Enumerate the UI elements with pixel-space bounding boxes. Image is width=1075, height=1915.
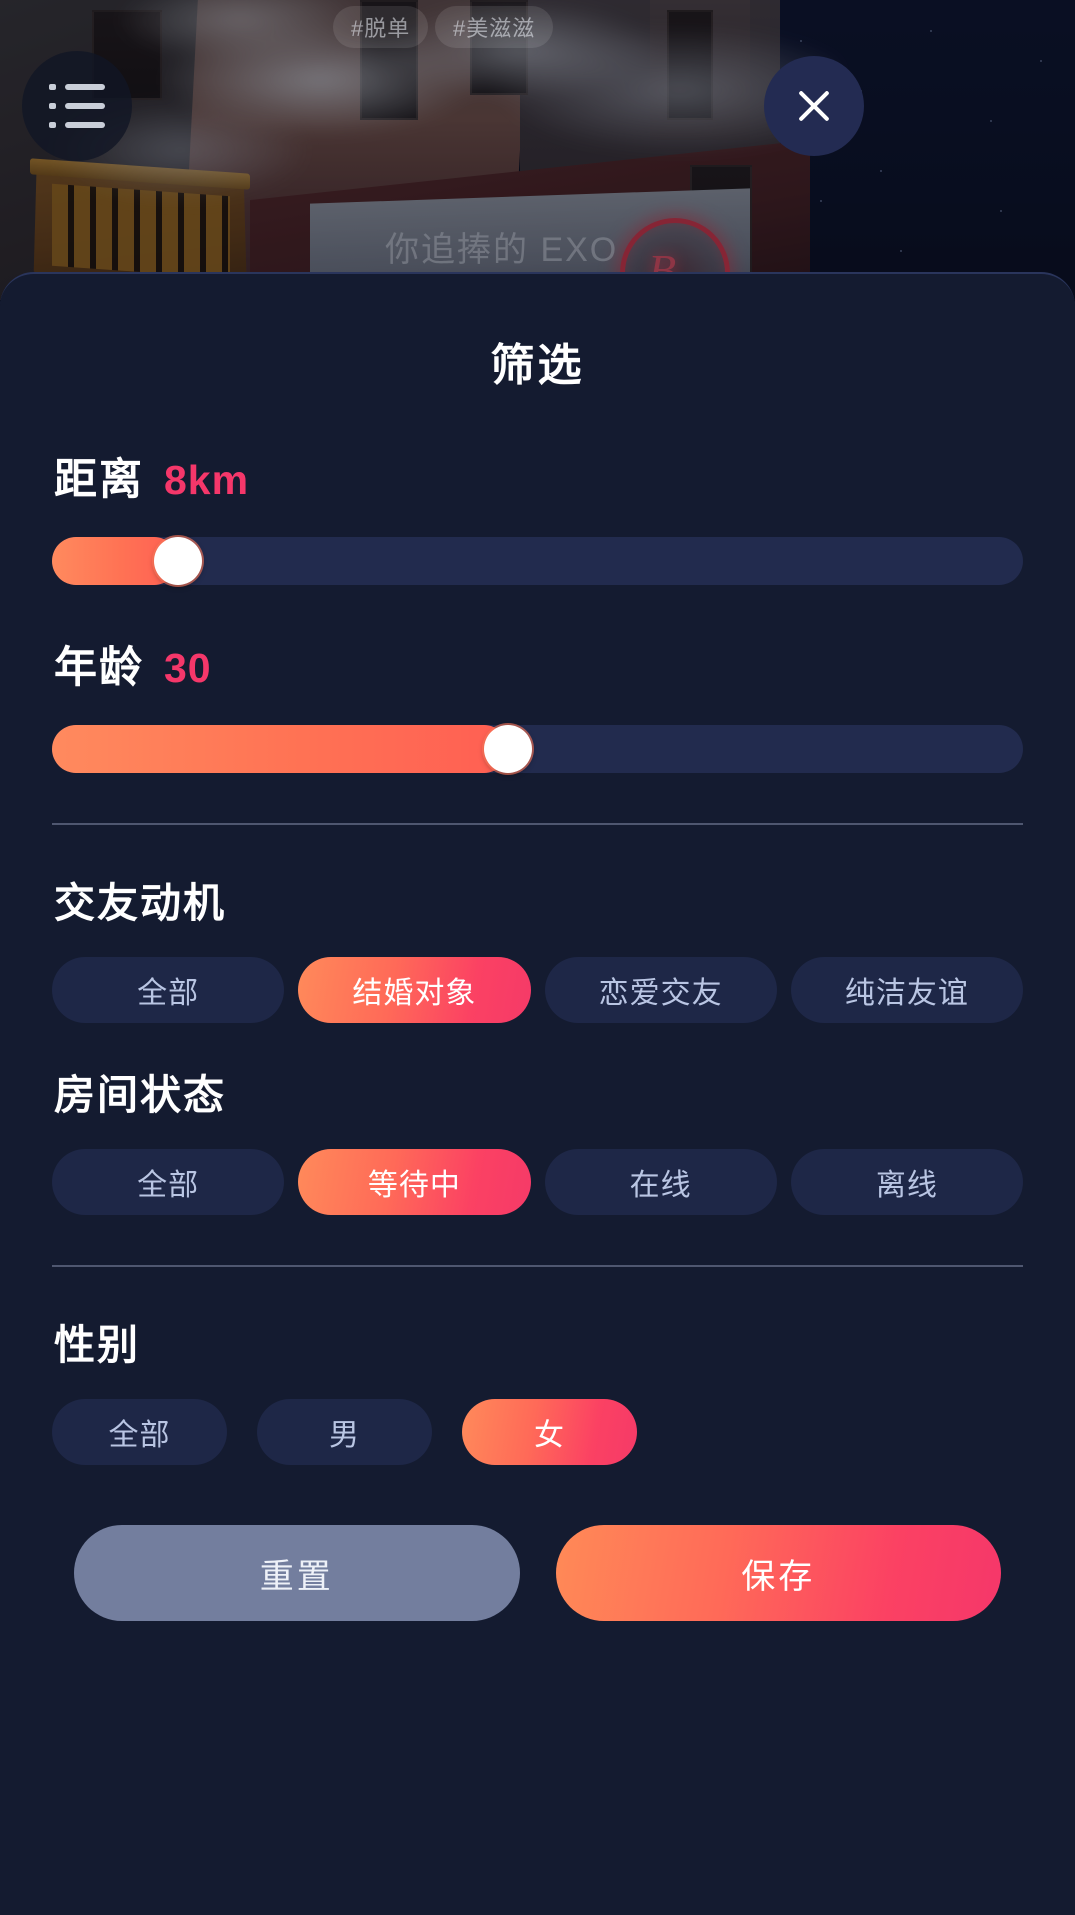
gender-title: 性别 xyxy=(52,1311,1023,1371)
divider-bottom xyxy=(52,1265,1023,1267)
distance-slider-thumb[interactable] xyxy=(154,537,202,585)
distance-value: 8km xyxy=(164,457,249,504)
age-label: 年龄 xyxy=(54,633,144,695)
age-label-row: 年龄 30 xyxy=(52,633,1023,695)
distance-slider-track[interactable] xyxy=(52,537,1023,585)
save-button[interactable]: 保存 xyxy=(556,1525,1002,1621)
gender-chip-row: 全部男女 xyxy=(52,1399,1023,1465)
sheet-title: 筛选 xyxy=(52,274,1023,393)
age-value: 30 xyxy=(164,645,212,692)
motivation-chip[interactable]: 纯洁友谊 xyxy=(791,957,1023,1023)
motivation-chip[interactable]: 恋爱交友 xyxy=(545,957,777,1023)
room-status-title: 房间状态 xyxy=(52,1061,1023,1121)
room_status-chip[interactable]: 等待中 xyxy=(298,1149,530,1215)
age-slider-track[interactable] xyxy=(52,725,1023,773)
room_status-chip[interactable]: 离线 xyxy=(791,1149,1023,1215)
filter-sheet: 筛选 距离 8km 年龄 30 交友动机 xyxy=(0,272,1075,1915)
gender-chip[interactable]: 男 xyxy=(257,1399,432,1465)
list-menu-icon xyxy=(49,84,105,128)
close-button[interactable] xyxy=(764,56,864,156)
gender-chip[interactable]: 女 xyxy=(462,1399,637,1465)
room_status-chip[interactable]: 全部 xyxy=(52,1149,284,1215)
motivation-title: 交友动机 xyxy=(52,869,1023,929)
background-tag-pill: #脱单 xyxy=(333,6,428,48)
gender-chip[interactable]: 全部 xyxy=(52,1399,227,1465)
motivation-chip-row: 全部结婚对象恋爱交友纯洁友谊 xyxy=(52,957,1023,1023)
room_status-chip[interactable]: 在线 xyxy=(545,1149,777,1215)
sheet-actions: 重置 保存 xyxy=(52,1525,1023,1621)
reset-button[interactable]: 重置 xyxy=(74,1525,520,1621)
distance-filter-group: 距离 8km xyxy=(52,445,1023,585)
room-status-section: 房间状态 全部等待中在线离线 xyxy=(52,1061,1023,1215)
motivation-section: 交友动机 全部结婚对象恋爱交友纯洁友谊 xyxy=(52,869,1023,1023)
distance-label-row: 距离 8km xyxy=(52,445,1023,507)
motivation-chip[interactable]: 结婚对象 xyxy=(298,957,530,1023)
app-screen: B 你追捧的 EXO #脱单 #美滋滋 筛选 距离 8km xyxy=(0,0,1075,1915)
age-slider-fill xyxy=(52,725,508,773)
age-slider-thumb[interactable] xyxy=(484,725,532,773)
room-status-chip-row: 全部等待中在线离线 xyxy=(52,1149,1023,1215)
divider-top xyxy=(52,823,1023,825)
distance-label: 距离 xyxy=(54,445,144,507)
motivation-chip[interactable]: 全部 xyxy=(52,957,284,1023)
age-filter-group: 年龄 30 xyxy=(52,633,1023,773)
close-icon xyxy=(792,84,836,128)
gender-section: 性别 全部男女 xyxy=(52,1311,1023,1465)
background-tag-pill: #美滋滋 xyxy=(435,6,553,48)
menu-button[interactable] xyxy=(22,51,132,161)
